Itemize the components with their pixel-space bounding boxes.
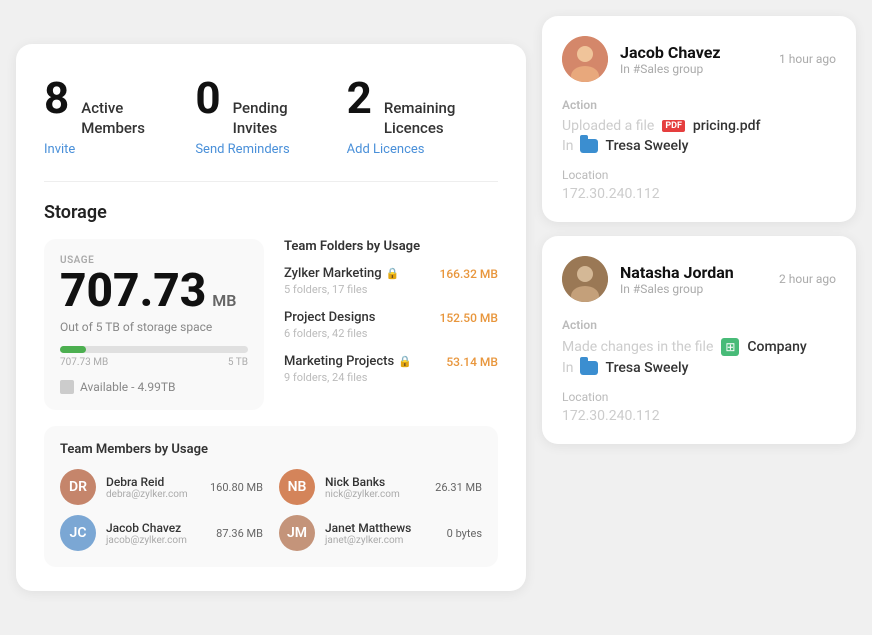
member-name-debra: Debra Reid bbox=[106, 475, 200, 489]
left-panel: 8 Active Members Invite 0 Pending Invite… bbox=[16, 44, 526, 591]
members-grid: DR Debra Reid debra@zylker.com 160.80 MB… bbox=[60, 469, 482, 551]
spreadsheet-icon bbox=[721, 338, 739, 356]
folder-size-1: 166.32 MB bbox=[440, 267, 499, 281]
folder-item-2: Project Designs 152.50 MB 6 folders, 42 … bbox=[284, 310, 498, 340]
pdf-icon: PDF bbox=[662, 120, 685, 132]
member-name-jacob: Jacob Chavez bbox=[106, 521, 206, 535]
folder-item-3: Marketing Projects 🔒 53.14 MB 9 folders,… bbox=[284, 354, 498, 384]
member-name-nick: Nick Banks bbox=[325, 475, 425, 489]
action-text-jacob: Uploaded a file PDF pricing.pdf bbox=[562, 118, 836, 134]
usage-value: 707.73 bbox=[60, 264, 206, 318]
storage-icon bbox=[60, 380, 74, 394]
location-label-jacob: Location bbox=[562, 168, 836, 182]
folder-row-jacob: In Tresa Sweely bbox=[562, 138, 836, 154]
team-folders-title: Team Folders by Usage bbox=[284, 239, 498, 254]
progress-labels: 707.73 MB 5 TB bbox=[60, 357, 248, 368]
folder-icon-jacob bbox=[580, 139, 598, 153]
activity-time-natasha: 2 hour ago bbox=[779, 272, 836, 286]
remaining-licences-label: Remaining Licences bbox=[384, 99, 464, 138]
folder-name-2: Project Designs bbox=[284, 310, 375, 325]
active-members-stat: 8 Active Members Invite bbox=[44, 72, 195, 157]
available-row: Available - 4.99TB bbox=[60, 380, 248, 394]
member-name-janet: Janet Matthews bbox=[325, 521, 437, 535]
folder-name-3: Marketing Projects 🔒 bbox=[284, 354, 412, 369]
activity-header-natasha: Natasha Jordan In #Sales group 2 hour ag… bbox=[562, 256, 836, 302]
member-email-debra: debra@zylker.com bbox=[106, 489, 200, 500]
send-reminders-link[interactable]: Send Reminders bbox=[195, 142, 346, 157]
folder-item-1: Zylker Marketing 🔒 166.32 MB 5 folders, … bbox=[284, 266, 498, 296]
member-size-janet: 0 bytes bbox=[447, 527, 482, 540]
avatar-nick: NB bbox=[279, 469, 315, 505]
filename-jacob: pricing.pdf bbox=[693, 118, 761, 134]
member-size-nick: 26.31 MB bbox=[435, 481, 482, 494]
member-size-debra: 160.80 MB bbox=[210, 481, 263, 494]
member-item-nick: NB Nick Banks nick@zylker.com 26.31 MB bbox=[279, 469, 482, 505]
add-licences-link[interactable]: Add Licences bbox=[347, 142, 498, 157]
lock-icon-3: 🔒 bbox=[398, 355, 412, 368]
filename-natasha: Company bbox=[747, 339, 806, 355]
activity-group-natasha: In #Sales group bbox=[620, 282, 767, 296]
action-label-jacob: Action bbox=[562, 98, 836, 112]
member-email-jacob: jacob@zylker.com bbox=[106, 535, 206, 546]
remaining-licences-stat: 2 Remaining Licences Add Licences bbox=[347, 72, 498, 157]
avatar-natasha-activity bbox=[562, 256, 608, 302]
member-email-janet: janet@zylker.com bbox=[325, 535, 437, 546]
pending-invites-number: 0 bbox=[195, 72, 220, 124]
storage-title: Storage bbox=[44, 202, 498, 223]
remaining-licences-number: 2 bbox=[347, 72, 372, 124]
team-folders-panel: Team Folders by Usage Zylker Marketing 🔒… bbox=[284, 239, 498, 410]
activity-user-name-natasha: Natasha Jordan bbox=[620, 263, 767, 282]
activity-user-name-jacob: Jacob Chavez bbox=[620, 43, 767, 62]
activity-card-jacob: Jacob Chavez In #Sales group 1 hour ago … bbox=[542, 16, 856, 222]
storage-description: Out of 5 TB of storage space bbox=[60, 320, 248, 334]
invite-link[interactable]: Invite bbox=[44, 142, 195, 157]
action-label-natasha: Action bbox=[562, 318, 836, 332]
team-members-title: Team Members by Usage bbox=[60, 442, 482, 457]
right-panel: Jacob Chavez In #Sales group 1 hour ago … bbox=[542, 16, 856, 444]
storage-progress-bg bbox=[60, 346, 248, 353]
member-item-debra: DR Debra Reid debra@zylker.com 160.80 MB bbox=[60, 469, 263, 505]
action-text-natasha: Made changes in the file Company bbox=[562, 338, 836, 356]
activity-time-jacob: 1 hour ago bbox=[779, 52, 836, 66]
folder-row-natasha: In Tresa Sweely bbox=[562, 360, 836, 376]
stats-row: 8 Active Members Invite 0 Pending Invite… bbox=[44, 72, 498, 182]
storage-progress-fill bbox=[60, 346, 86, 353]
usage-value-row: 707.73 MB bbox=[60, 268, 248, 314]
usage-unit: MB bbox=[212, 291, 236, 310]
folder-meta-2: 6 folders, 42 files bbox=[284, 327, 498, 340]
lock-icon-1: 🔒 bbox=[386, 267, 400, 280]
storage-usage-panel: USAGE 707.73 MB Out of 5 TB of storage s… bbox=[44, 239, 264, 410]
location-value-jacob: 172.30.240.112 bbox=[562, 186, 836, 202]
avatar-jacob-activity bbox=[562, 36, 608, 82]
available-text: Available - 4.99TB bbox=[80, 380, 175, 394]
location-label-natasha: Location bbox=[562, 390, 836, 404]
active-members-label: Active Members bbox=[81, 99, 161, 138]
activity-card-natasha: Natasha Jordan In #Sales group 2 hour ag… bbox=[542, 236, 856, 444]
member-email-nick: nick@zylker.com bbox=[325, 489, 425, 500]
folder-size-3: 53.14 MB bbox=[446, 355, 498, 369]
active-members-number: 8 bbox=[44, 72, 69, 124]
pending-invites-label: Pending Invites bbox=[233, 99, 313, 138]
location-value-natasha: 172.30.240.112 bbox=[562, 408, 836, 424]
folder-meta-3: 9 folders, 24 files bbox=[284, 371, 498, 384]
team-members-section: Team Members by Usage DR Debra Reid debr… bbox=[44, 426, 498, 567]
member-item-janet: JM Janet Matthews janet@zylker.com 0 byt… bbox=[279, 515, 482, 551]
folder-name-1: Zylker Marketing 🔒 bbox=[284, 266, 399, 281]
avatar-jacob: JC bbox=[60, 515, 96, 551]
member-size-jacob: 87.36 MB bbox=[216, 527, 263, 540]
activity-group-jacob: In #Sales group bbox=[620, 62, 767, 76]
avatar-janet: JM bbox=[279, 515, 315, 551]
folder-name-jacob: Tresa Sweely bbox=[606, 138, 689, 154]
folder-meta-1: 5 folders, 17 files bbox=[284, 283, 498, 296]
folder-name-natasha: Tresa Sweely bbox=[606, 360, 689, 376]
pending-invites-stat: 0 Pending Invites Send Reminders bbox=[195, 72, 346, 157]
folder-icon-natasha bbox=[580, 361, 598, 375]
progress-current: 707.73 MB bbox=[60, 357, 108, 368]
avatar-debra: DR bbox=[60, 469, 96, 505]
progress-max: 5 TB bbox=[228, 357, 248, 368]
member-item-jacob: JC Jacob Chavez jacob@zylker.com 87.36 M… bbox=[60, 515, 263, 551]
activity-header-jacob: Jacob Chavez In #Sales group 1 hour ago bbox=[562, 36, 836, 82]
folder-size-2: 152.50 MB bbox=[440, 311, 499, 325]
storage-content: USAGE 707.73 MB Out of 5 TB of storage s… bbox=[44, 239, 498, 410]
